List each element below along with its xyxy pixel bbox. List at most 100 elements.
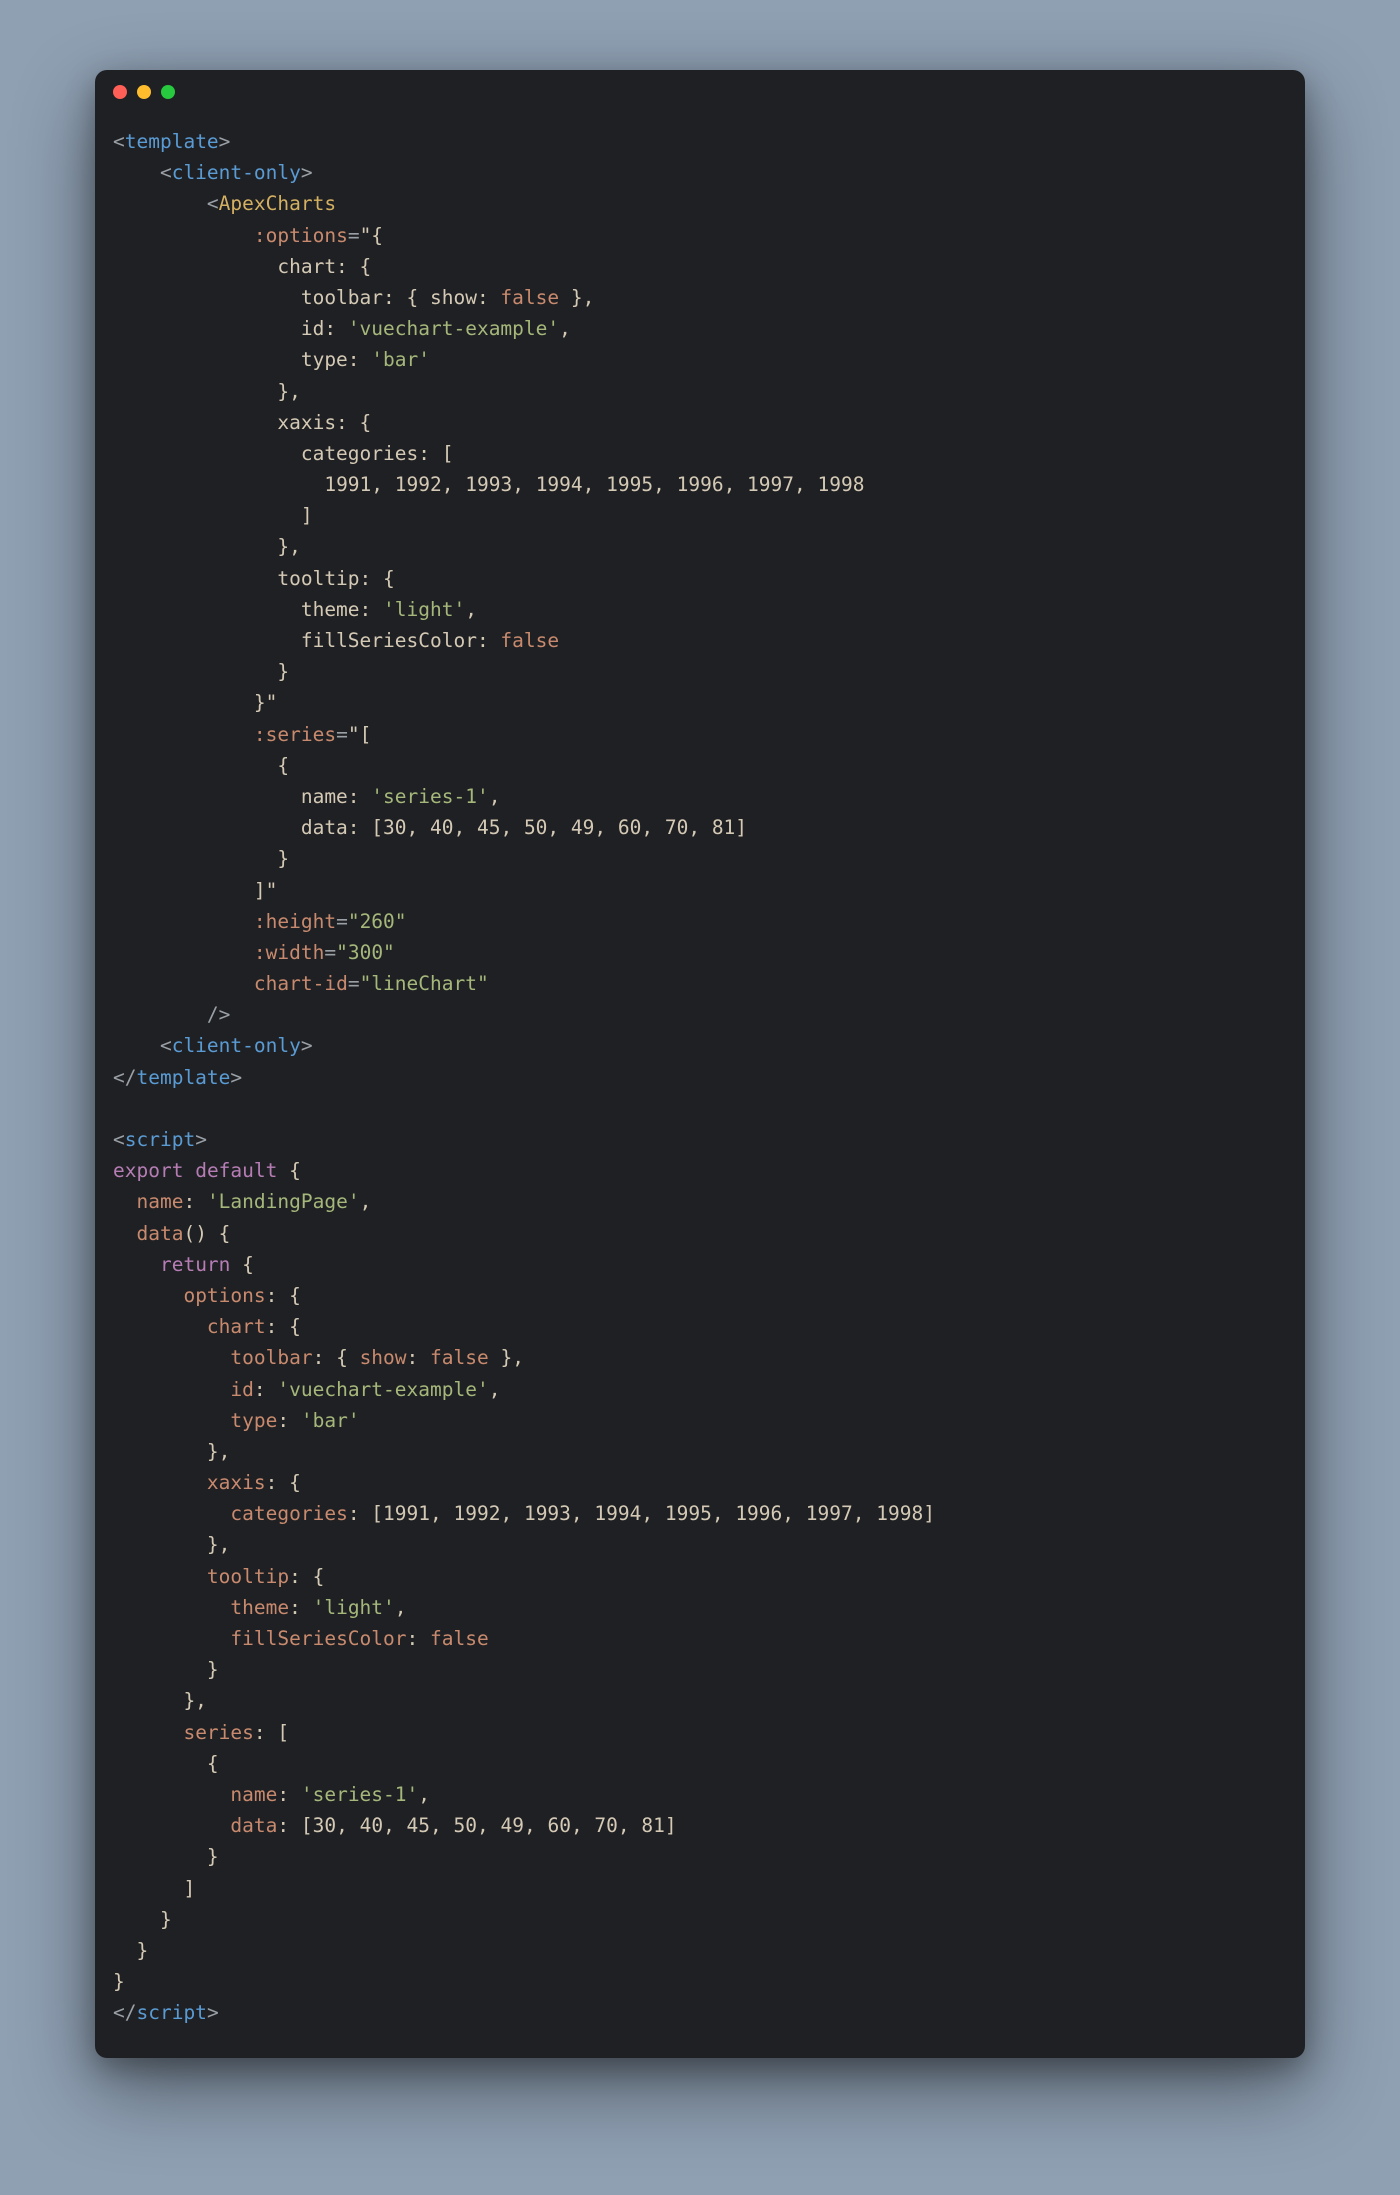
code-token: options <box>183 1284 265 1307</box>
code-token: 'vuechart-example' <box>277 1378 488 1401</box>
code-token: 45 <box>407 1814 430 1837</box>
code-token: : <box>277 1783 300 1806</box>
code-token: 1992 <box>454 1502 501 1525</box>
code-token: 1994 <box>594 1502 641 1525</box>
code-token <box>113 1346 230 1369</box>
code-token: , <box>430 1814 453 1837</box>
code-token: , <box>500 816 523 839</box>
code-token: 'vuechart-example' <box>348 317 559 340</box>
code-content[interactable]: <template> <client-only> <ApexCharts :op… <box>95 114 1305 2058</box>
code-token: 1992 <box>395 473 442 496</box>
code-token: type: <box>113 348 371 371</box>
code-token <box>113 1409 230 1432</box>
code-token <box>113 473 324 496</box>
code-token: , <box>430 1502 453 1525</box>
code-token <box>113 1378 230 1401</box>
code-token: 50 <box>524 816 547 839</box>
code-token: ] <box>113 1877 195 1900</box>
code-token: 1991 <box>383 1502 430 1525</box>
code-token: { <box>113 754 289 777</box>
code-token: data <box>230 1814 277 1837</box>
code-token: 'LandingPage' <box>207 1190 360 1213</box>
code-token <box>113 910 254 933</box>
code-token: : <box>254 1378 277 1401</box>
code-token: < <box>113 130 125 153</box>
code-token <box>113 1783 230 1806</box>
code-token: , <box>489 785 501 808</box>
code-token: , <box>465 598 477 621</box>
code-token: script <box>125 1128 195 1151</box>
code-token: } <box>113 847 289 870</box>
code-token: = <box>348 972 360 995</box>
code-token: : { <box>266 1471 301 1494</box>
code-token: /> <box>113 1003 230 1026</box>
code-token: show <box>360 1346 407 1369</box>
code-token: : { <box>266 1315 301 1338</box>
code-token: client-only <box>172 161 301 184</box>
code-token: </ <box>113 1066 136 1089</box>
code-token: , <box>853 1502 876 1525</box>
code-token: "300" <box>336 941 395 964</box>
code-token: }, <box>489 1346 524 1369</box>
code-token: } <box>113 660 289 683</box>
code-token: > <box>207 2001 219 2024</box>
code-token: , <box>407 816 430 839</box>
code-token: , <box>641 816 664 839</box>
code-token: = <box>324 941 336 964</box>
code-token: series <box>183 1721 253 1744</box>
code-token: toolbar <box>230 1346 312 1369</box>
code-token: , <box>383 1814 406 1837</box>
code-token: 60 <box>618 816 641 839</box>
code-token: "{ <box>360 224 383 247</box>
code-token: , <box>524 1814 547 1837</box>
code-token <box>113 1471 207 1494</box>
code-token <box>113 1284 183 1307</box>
code-token: tooltip <box>207 1565 289 1588</box>
code-token: } <box>113 1970 125 1993</box>
code-token: 40 <box>430 816 453 839</box>
code-token <box>113 972 254 995</box>
code-token: id: <box>113 317 348 340</box>
code-token: "260" <box>348 910 407 933</box>
code-token: :width <box>254 941 324 964</box>
code-token <box>113 1721 183 1744</box>
code-token: name: <box>113 785 371 808</box>
code-token <box>183 1159 195 1182</box>
code-token: fillSeriesColor <box>230 1627 406 1650</box>
code-token: }, <box>113 1533 230 1556</box>
code-token: : [ <box>277 1814 312 1837</box>
code-token: theme <box>230 1596 289 1619</box>
code-token: : { <box>289 1565 324 1588</box>
code-token: > <box>195 1128 207 1151</box>
code-token: }, <box>113 1689 207 1712</box>
code-token: : { <box>266 1284 301 1307</box>
code-token <box>113 1814 230 1837</box>
code-token: } <box>113 1845 219 1868</box>
code-token <box>113 1190 136 1213</box>
code-token: 1996 <box>677 473 724 496</box>
code-token: false <box>430 1627 489 1650</box>
code-token: :series <box>254 723 336 746</box>
code-token: 1998 <box>876 1502 923 1525</box>
code-token: 49 <box>571 816 594 839</box>
window-minimize-button[interactable] <box>137 85 151 99</box>
code-token <box>113 723 254 746</box>
code-token: }, <box>113 380 301 403</box>
window-close-button[interactable] <box>113 85 127 99</box>
code-token: template <box>136 1066 230 1089</box>
code-token: :options <box>254 224 348 247</box>
code-token: , <box>571 1502 594 1525</box>
code-token: 'series-1' <box>301 1783 418 1806</box>
code-token: 70 <box>594 1814 617 1837</box>
code-token: 81 <box>641 1814 664 1837</box>
code-token: chart-id <box>254 972 348 995</box>
code-token: { <box>277 1159 300 1182</box>
window-maximize-button[interactable] <box>161 85 175 99</box>
code-token: tooltip: { <box>113 567 395 590</box>
code-token: = <box>336 910 348 933</box>
code-token: data: [ <box>113 816 383 839</box>
code-token: false <box>500 629 559 652</box>
code-token: > <box>230 1066 242 1089</box>
code-token: < <box>113 192 219 215</box>
code-token: 45 <box>477 816 500 839</box>
